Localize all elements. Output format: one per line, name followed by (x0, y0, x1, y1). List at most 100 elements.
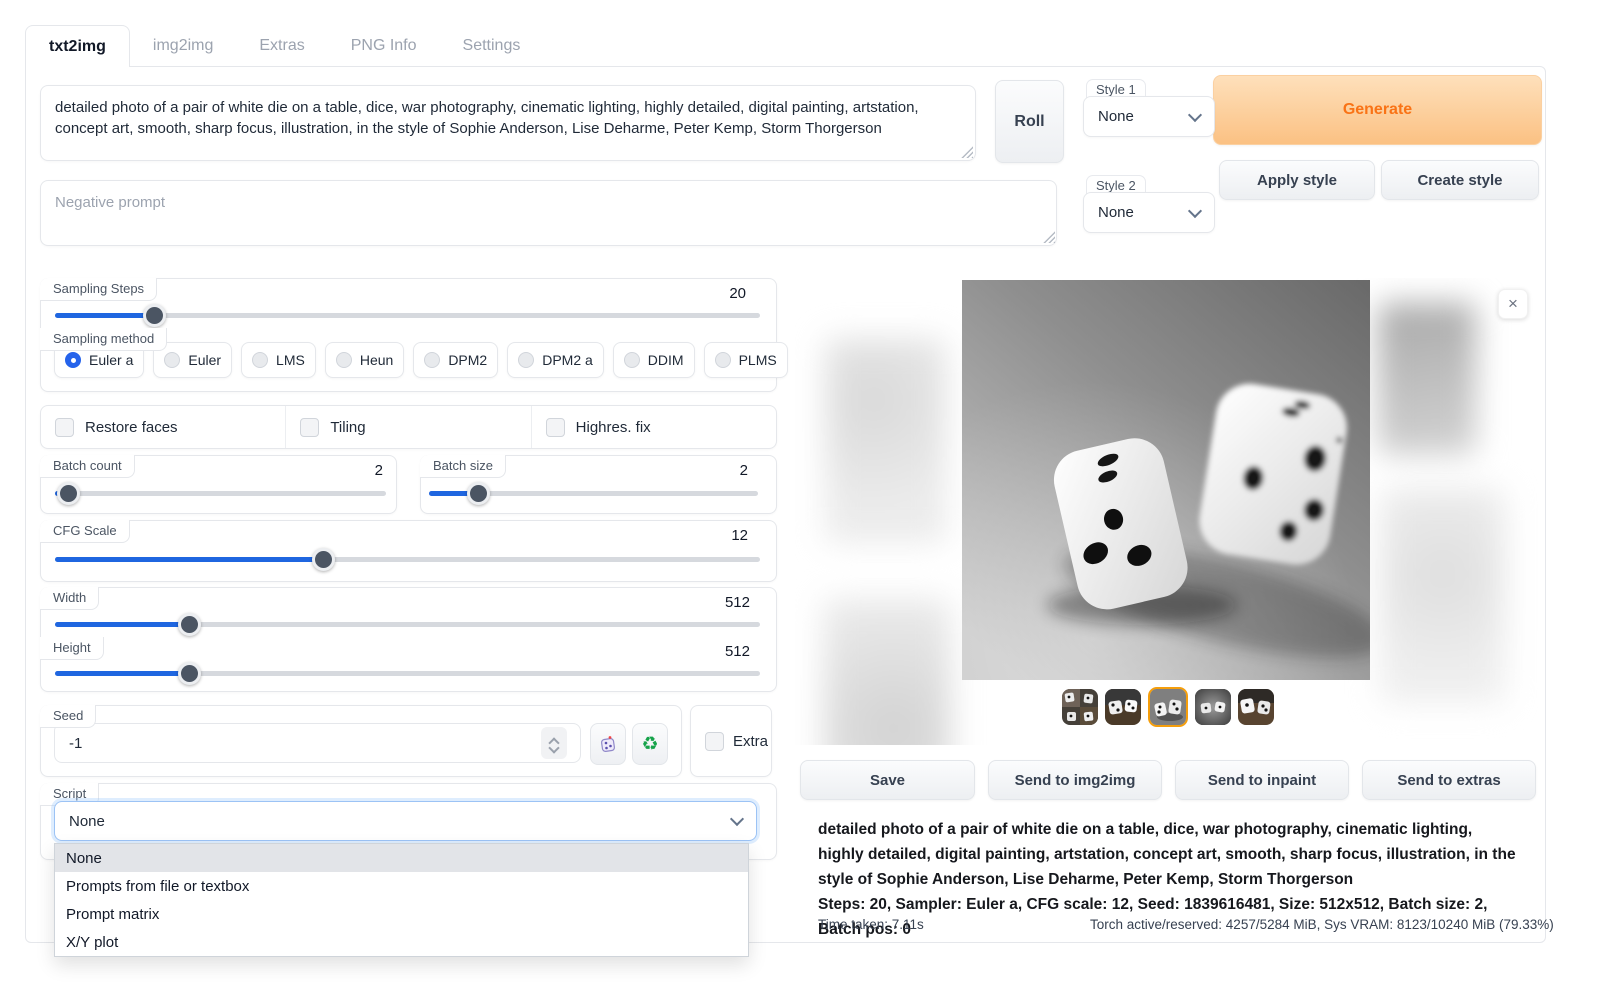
slider-fill (55, 622, 189, 627)
radio-dot-selected (65, 352, 81, 368)
radio-dot (336, 352, 352, 368)
restore-faces-checkbox[interactable]: Restore faces (41, 406, 285, 448)
radio-lms[interactable]: LMS (241, 342, 316, 378)
tab-txt2img[interactable]: txt2img (25, 25, 130, 67)
sampling-steps-value: 20 (729, 285, 746, 302)
sampling-steps-slider[interactable] (55, 304, 760, 326)
chevron-down-icon (1188, 107, 1202, 121)
checkbox-icon (55, 418, 74, 437)
blurred-gallery-backdrop (825, 338, 947, 543)
radio-heun[interactable]: Heun (325, 342, 404, 378)
height-slider[interactable] (55, 662, 760, 684)
height-value: 512 (725, 643, 750, 660)
script-option-prompt-matrix[interactable]: Prompt matrix (55, 900, 748, 928)
blurred-gallery-backdrop (823, 598, 951, 745)
gallery-thumbnail-3-selected[interactable] (1148, 687, 1188, 727)
batch-size-slider[interactable] (429, 482, 758, 504)
generated-image[interactable] (962, 280, 1370, 680)
gallery-thumbnail-5[interactable] (1238, 689, 1274, 725)
extra-seed-panel: Extra (690, 705, 772, 777)
slider-track[interactable] (55, 557, 760, 562)
width-label: Width (40, 587, 99, 610)
cfg-scale-value: 12 (731, 527, 748, 544)
tab-png-info[interactable]: PNG Info (328, 25, 440, 67)
batch-size-label: Batch size (420, 455, 506, 478)
cfg-scale-slider[interactable] (55, 548, 760, 570)
script-option-xy-plot[interactable]: X/Y plot (55, 928, 748, 956)
checkbox-icon (705, 732, 724, 751)
cfg-scale-panel: CFG Scale 12 (40, 520, 777, 582)
send-to-inpaint-button[interactable]: Send to inpaint (1175, 760, 1349, 800)
tiling-checkbox[interactable]: Tiling (285, 406, 530, 448)
slider-fill (55, 671, 189, 676)
prompt-input[interactable]: detailed photo of a pair of white die on… (40, 85, 976, 161)
reuse-seed-button[interactable]: ♻ (632, 723, 668, 765)
slider-track[interactable] (55, 671, 760, 676)
radio-dot (252, 352, 268, 368)
slider-thumb[interactable] (57, 482, 80, 505)
script-option-prompts-from-file[interactable]: Prompts from file or textbox (55, 872, 748, 900)
tab-settings[interactable]: Settings (440, 25, 544, 67)
create-style-button[interactable]: Create style (1381, 160, 1539, 200)
style1-select[interactable]: None (1083, 96, 1215, 137)
batch-size-panel: Batch size 2 (420, 455, 777, 514)
slider-thumb[interactable] (312, 548, 335, 571)
script-dropdown-menu: None Prompts from file or textbox Prompt… (54, 843, 749, 957)
style2-select[interactable]: None (1083, 192, 1215, 233)
seed-panel: Seed ♻ (40, 705, 682, 777)
apply-style-button[interactable]: Apply style (1219, 160, 1375, 200)
chevron-down-icon (730, 812, 744, 826)
style2-value: None (1098, 204, 1134, 221)
close-image-button[interactable]: × (1498, 289, 1528, 319)
blurred-gallery-backdrop (1378, 303, 1476, 455)
batch-count-panel: Batch count 2 (40, 455, 397, 514)
slider-thumb[interactable] (467, 482, 490, 505)
radio-dot (715, 352, 731, 368)
script-select[interactable]: None (54, 801, 757, 841)
slider-fill (55, 557, 323, 562)
gallery-thumbnail-2[interactable] (1105, 689, 1141, 725)
slider-thumb[interactable] (143, 304, 166, 327)
chevron-down-icon (1188, 203, 1202, 217)
batch-count-slider[interactable] (55, 482, 386, 504)
radio-dpm2-a[interactable]: DPM2 a (507, 342, 604, 378)
time-taken-text: Time taken: 7.11s (818, 917, 924, 932)
slider-fill (55, 313, 154, 318)
seed-stepper[interactable] (541, 727, 567, 759)
gallery-thumbnail-4[interactable] (1195, 689, 1231, 725)
radio-dot (164, 352, 180, 368)
slider-track[interactable] (55, 622, 760, 627)
tab-img2img[interactable]: img2img (130, 25, 236, 67)
seed-input[interactable] (54, 723, 581, 763)
send-to-extras-button[interactable]: Send to extras (1362, 760, 1536, 800)
width-slider[interactable] (55, 613, 760, 635)
save-button[interactable]: Save (800, 760, 975, 800)
tab-extras[interactable]: Extras (236, 25, 327, 67)
random-seed-button[interactable] (590, 723, 626, 765)
txt2img-app: txt2img img2img Extras PNG Info Settings… (0, 0, 1600, 1000)
vram-usage-text: Torch active/reserved: 4257/5284 MiB, Sy… (1090, 917, 1554, 932)
gallery-thumbnails (1062, 687, 1274, 727)
generate-button[interactable]: Generate (1213, 75, 1542, 145)
sampling-method-label: Sampling method (40, 328, 167, 351)
extra-checkbox[interactable]: Extra (691, 706, 771, 776)
seed-label: Seed (40, 705, 96, 728)
radio-dpm2[interactable]: DPM2 (413, 342, 498, 378)
highres-fix-checkbox[interactable]: Highres. fix (531, 406, 776, 448)
negative-prompt-input[interactable] (40, 180, 1057, 246)
slider-thumb[interactable] (178, 662, 201, 685)
cfg-scale-label: CFG Scale (40, 520, 130, 543)
blurred-gallery-backdrop (1380, 488, 1505, 703)
send-to-img2img-button[interactable]: Send to img2img (988, 760, 1162, 800)
script-option-none[interactable]: None (55, 844, 748, 872)
batch-count-label: Batch count (40, 455, 135, 478)
close-icon: × (1508, 294, 1518, 314)
batch-count-value: 2 (375, 462, 383, 479)
radio-plms[interactable]: PLMS (704, 342, 788, 378)
radio-ddim[interactable]: DDIM (613, 342, 695, 378)
gallery-thumbnail-1[interactable] (1062, 689, 1098, 725)
slider-thumb[interactable] (178, 613, 201, 636)
width-value: 512 (725, 594, 750, 611)
slider-track[interactable] (55, 491, 386, 496)
roll-button[interactable]: Roll (995, 80, 1064, 163)
